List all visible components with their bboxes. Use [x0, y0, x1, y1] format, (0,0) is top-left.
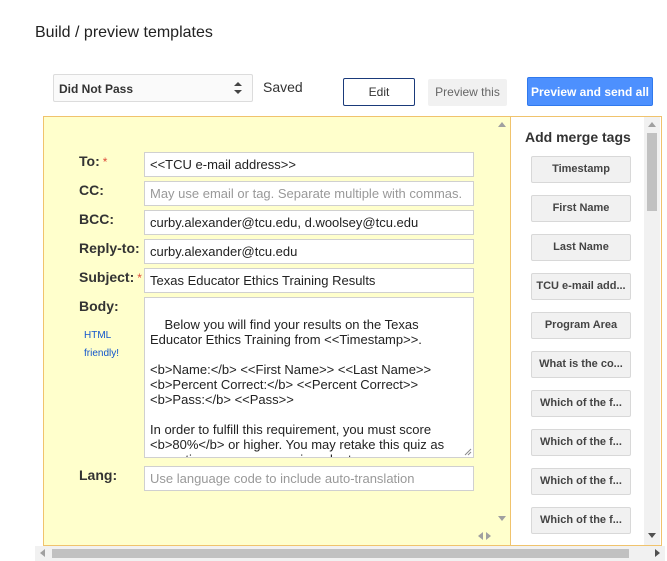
scrollbar-thumb[interactable] [647, 133, 657, 211]
bcc-field[interactable]: curby.alexander@tcu.edu, d.woolsey@tcu.e… [144, 210, 474, 235]
to-field[interactable]: <<TCU e-mail address>> [144, 152, 474, 177]
email-form-panel: To: * <<TCU e-mail address>> CC: May use … [43, 116, 510, 546]
scroll-down-arrow-icon[interactable] [648, 533, 656, 538]
saved-status: Saved [263, 79, 303, 95]
to-label: To: * [79, 153, 108, 169]
scroll-left-arrow-icon[interactable] [478, 532, 483, 540]
edit-button[interactable]: Edit [343, 78, 415, 106]
merge-tags-panel: Add merge tags Timestamp First Name Last… [510, 116, 662, 546]
merge-tag-button[interactable]: TCU e-mail add... [531, 273, 631, 300]
merge-tag-button[interactable]: Last Name [531, 234, 631, 261]
merge-tags-title: Add merge tags [525, 129, 631, 145]
scroll-up-arrow-icon[interactable] [648, 122, 656, 127]
merge-tag-button[interactable]: First Name [531, 195, 631, 222]
html-friendly-line1: HTML [84, 330, 112, 341]
reply-to-label: Reply-to: [79, 240, 140, 256]
preview-this-button[interactable]: Preview this [428, 79, 507, 106]
resize-grip-icon[interactable] [464, 448, 472, 456]
page-title: Build / preview templates [35, 24, 213, 41]
cc-field[interactable]: May use email or tag. Separate multiple … [144, 181, 474, 206]
scroll-down-arrow-icon[interactable] [498, 516, 506, 521]
body-textarea[interactable]: Below you will find your results on the … [144, 297, 474, 458]
lang-field[interactable]: Use language code to include auto-transl… [144, 466, 474, 491]
lang-label: Lang: [79, 467, 118, 483]
preview-and-send-all-button[interactable]: Preview and send all [527, 77, 653, 106]
subject-field[interactable]: Texas Educator Ethics Training Results [144, 268, 474, 293]
updown-chevron-icon [234, 82, 242, 94]
scroll-right-arrow-icon[interactable] [486, 532, 491, 540]
scroll-up-arrow-icon[interactable] [498, 122, 506, 127]
required-marker: * [102, 155, 108, 169]
required-marker: * [137, 271, 142, 285]
reply-to-field[interactable]: curby.alexander@tcu.edu [144, 239, 474, 264]
html-friendly-line2: friendly! [84, 348, 120, 359]
merge-tag-button[interactable]: Which of the f... [531, 429, 631, 456]
subject-label: Subject: * [79, 269, 142, 285]
scrollbar-thumb[interactable] [52, 549, 629, 558]
template-select[interactable]: Did Not Pass [53, 74, 253, 102]
html-friendly-hint: HTML friendly! [84, 327, 119, 363]
bcc-label: BCC: [79, 211, 114, 227]
scroll-right-arrow-icon[interactable] [655, 549, 660, 557]
body-label: Body: [79, 298, 119, 314]
body-text: Below you will find your results on the … [150, 317, 445, 457]
merge-tag-button[interactable]: What is the co... [531, 351, 631, 378]
merge-tag-button[interactable]: Timestamp [531, 156, 631, 183]
tags-vertical-scrollbar[interactable] [644, 117, 660, 545]
merge-tag-button[interactable]: Which of the f... [531, 507, 631, 534]
cc-label: CC: [79, 182, 104, 198]
template-select-value: Did Not Pass [59, 82, 134, 96]
merge-tag-button[interactable]: Which of the f... [531, 468, 631, 495]
form-vertical-scrollbar[interactable] [495, 116, 509, 526]
page-horizontal-scrollbar[interactable] [35, 546, 665, 561]
scroll-left-arrow-icon[interactable] [40, 549, 45, 557]
merge-tag-button[interactable]: Program Area [531, 312, 631, 339]
merge-tag-button[interactable]: Which of the f... [531, 390, 631, 417]
